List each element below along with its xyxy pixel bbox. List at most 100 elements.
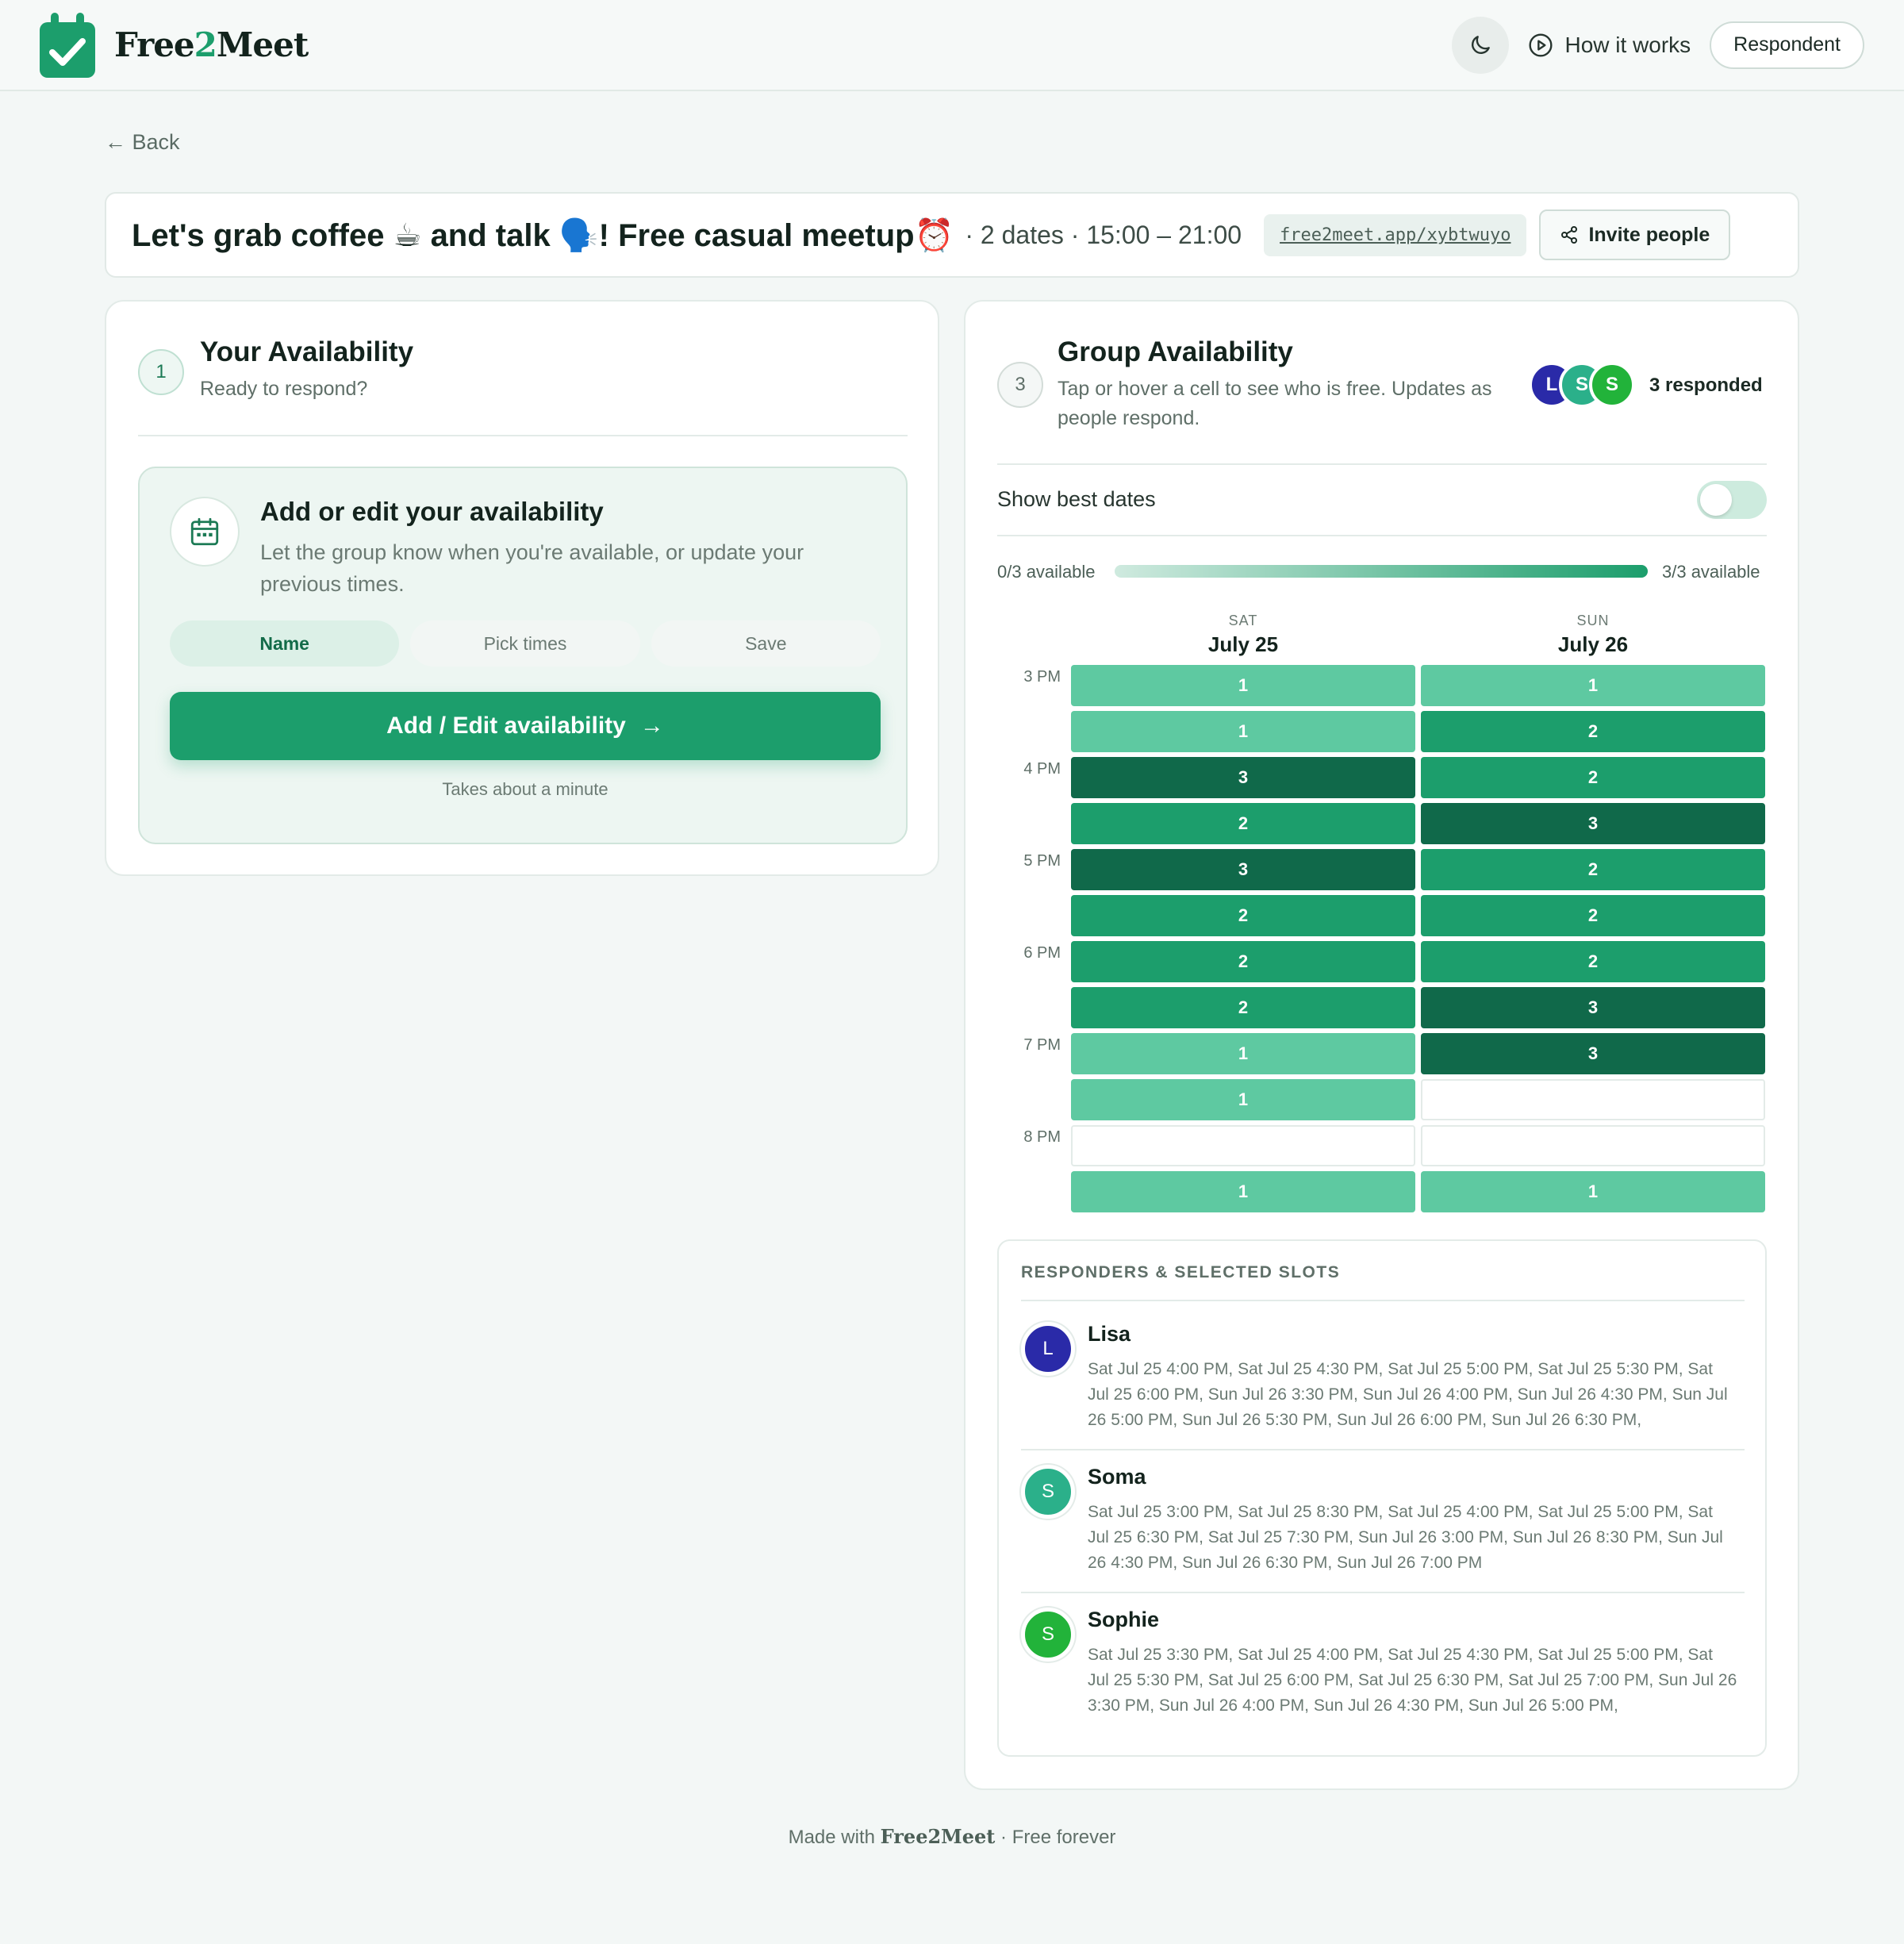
availability-cell[interactable]: 1 <box>1071 1171 1415 1212</box>
card-title: Add or edit your availability <box>260 497 604 526</box>
invite-label: Invite people <box>1588 223 1710 246</box>
show-best-dates-toggle[interactable] <box>1697 481 1767 519</box>
step-name: Name <box>170 620 400 667</box>
play-circle-icon <box>1529 33 1553 57</box>
top-bar: Free2Meet How it works Respondent <box>0 0 1904 91</box>
how-it-works-label: How it works <box>1564 32 1691 57</box>
how-it-works-link[interactable]: How it works <box>1528 33 1691 58</box>
panel-title: Your Availability <box>200 336 414 367</box>
logo[interactable]: Free2Meet <box>40 12 309 78</box>
availability-cell[interactable]: 3 <box>1071 757 1415 798</box>
responder-name: Soma <box>1088 1465 1146 1489</box>
availability-cell[interactable]: 1 <box>1071 1033 1415 1074</box>
responder-slots: Sat Jul 25 4:00 PM, Sat Jul 25 4:30 PM, … <box>1088 1360 1728 1429</box>
day-header-sat: SAT July 25 <box>1071 613 1415 657</box>
legend-max-label: 3/3 available <box>1662 562 1760 582</box>
responder-slots: Sat Jul 25 3:00 PM, Sat Jul 25 8:30 PM, … <box>1088 1503 1723 1572</box>
responded-count: 3 responded <box>1649 375 1763 396</box>
day-date: July 25 <box>1207 632 1279 656</box>
add-availability-card: Add or edit your availability Let the gr… <box>138 467 908 844</box>
show-best-dates-label: Show best dates <box>997 487 1156 511</box>
cta-label: Add / Edit availability <box>386 713 626 739</box>
time-label: 5 PM <box>1023 852 1061 870</box>
responder-name: Lisa <box>1088 1322 1131 1346</box>
responder-name: Sophie <box>1088 1608 1160 1631</box>
divider <box>138 435 908 436</box>
share-icon <box>1561 226 1578 244</box>
availability-cell[interactable]: 3 <box>1421 1033 1765 1074</box>
availability-cell[interactable]: 2 <box>1071 895 1415 936</box>
legend-min-label: 0/3 available <box>997 562 1096 582</box>
responder-item[interactable]: S Sophie Sat Jul 25 3:30 PM, Sat Jul 25 … <box>1021 1592 1745 1731</box>
panel-subtitle: Ready to respond? <box>200 378 368 400</box>
event-meta: · 2 dates · 15:00 – 21:00 <box>965 220 1242 249</box>
theme-toggle-button[interactable] <box>1452 16 1510 74</box>
avatar: S <box>1589 362 1635 408</box>
availability-cell[interactable]: 2 <box>1421 941 1765 982</box>
time-label: 7 PM <box>1023 1036 1061 1054</box>
time-label: 3 PM <box>1023 668 1061 686</box>
availability-cell[interactable]: 2 <box>1071 803 1415 844</box>
footer-brand[interactable]: Free2Meet <box>881 1825 996 1848</box>
event-header: Let's grab coffee ☕ and talk 🗣️! Free ca… <box>105 192 1799 278</box>
group-availability-panel: 3 Group Availability Tap or hover a cell… <box>964 300 1799 1790</box>
availability-cell[interactable]: 3 <box>1421 803 1765 844</box>
availability-cell[interactable]: 1 <box>1071 1079 1415 1120</box>
avatar: L <box>1021 1322 1075 1376</box>
calendar-check-logo-icon <box>40 12 95 78</box>
event-share-link[interactable]: free2meet.app/xybtwuyo <box>1264 213 1527 256</box>
responders-list: RESPONDERS & SELECTED SLOTS L Lisa Sat J… <box>997 1239 1767 1757</box>
add-edit-availability-button[interactable]: Add / Edit availability → <box>170 692 881 760</box>
panel-subtitle: Tap or hover a cell to see who is free. … <box>1058 378 1492 429</box>
arrow-right-icon: → <box>639 713 664 739</box>
availability-cell[interactable]: 1 <box>1071 711 1415 752</box>
calendar-icon <box>170 497 240 567</box>
time-label: 6 PM <box>1023 944 1061 962</box>
responder-slots: Sat Jul 25 3:30 PM, Sat Jul 25 4:00 PM, … <box>1088 1646 1737 1715</box>
step-save: Save <box>651 620 881 667</box>
availability-cell[interactable]: 2 <box>1421 849 1765 890</box>
divider <box>1021 1300 1745 1301</box>
moon-icon <box>1472 35 1491 54</box>
card-description: Let the group know when you're available… <box>260 540 804 596</box>
availability-cell[interactable]: 2 <box>1071 941 1415 982</box>
responder-item[interactable]: S Soma Sat Jul 25 3:00 PM, Sat Jul 25 8:… <box>1021 1449 1745 1589</box>
availability-cell[interactable] <box>1421 1079 1765 1120</box>
availability-cell[interactable]: 2 <box>1421 895 1765 936</box>
availability-cell[interactable]: 2 <box>1071 987 1415 1028</box>
step-number: 3 <box>997 362 1043 408</box>
availability-cell[interactable]: 1 <box>1421 665 1765 706</box>
day-of-week: SUN <box>1576 613 1610 628</box>
availability-cell[interactable]: 2 <box>1421 757 1765 798</box>
brand-name: Free2Meet <box>114 25 309 64</box>
availability-cell[interactable] <box>1421 1125 1765 1166</box>
day-header-sun: SUN July 26 <box>1421 613 1765 657</box>
availability-cell[interactable]: 3 <box>1421 987 1765 1028</box>
availability-cell[interactable] <box>1071 1125 1415 1166</box>
availability-legend-bar <box>1115 565 1648 578</box>
day-of-week: SAT <box>1228 613 1258 628</box>
divider <box>997 463 1767 465</box>
responder-item[interactable]: L Lisa Sat Jul 25 4:00 PM, Sat Jul 25 4:… <box>1021 1306 1745 1446</box>
step-pick-times: Pick times <box>410 620 640 667</box>
avatar: S <box>1021 1465 1075 1519</box>
availability-cell[interactable]: 2 <box>1421 711 1765 752</box>
your-availability-panel: 1 Your Availability Ready to respond? Ad… <box>105 300 939 876</box>
availability-cell[interactable]: 3 <box>1071 849 1415 890</box>
back-link[interactable]: ← Back <box>105 130 180 155</box>
avatar: S <box>1021 1608 1075 1662</box>
progress-steps: Name Pick times Save <box>170 620 881 667</box>
availability-cell[interactable]: 1 <box>1421 1171 1765 1212</box>
invite-people-button[interactable]: Invite people <box>1539 209 1731 260</box>
event-title: Let's grab coffee ☕ and talk 🗣️! Free ca… <box>132 217 954 253</box>
time-label: 4 PM <box>1023 760 1061 778</box>
footer: Made with Free2Meet · Free forever <box>788 1825 1116 1848</box>
divider <box>997 535 1767 536</box>
responders-title: RESPONDERS & SELECTED SLOTS <box>1021 1263 1341 1281</box>
responder-avatars: L S S <box>1529 362 1640 409</box>
availability-cell[interactable]: 1 <box>1071 665 1415 706</box>
step-number: 1 <box>138 349 184 395</box>
respondent-button[interactable]: Respondent <box>1710 21 1864 69</box>
day-date: July 26 <box>1557 632 1629 656</box>
panel-title: Group Availability <box>1058 336 1293 367</box>
